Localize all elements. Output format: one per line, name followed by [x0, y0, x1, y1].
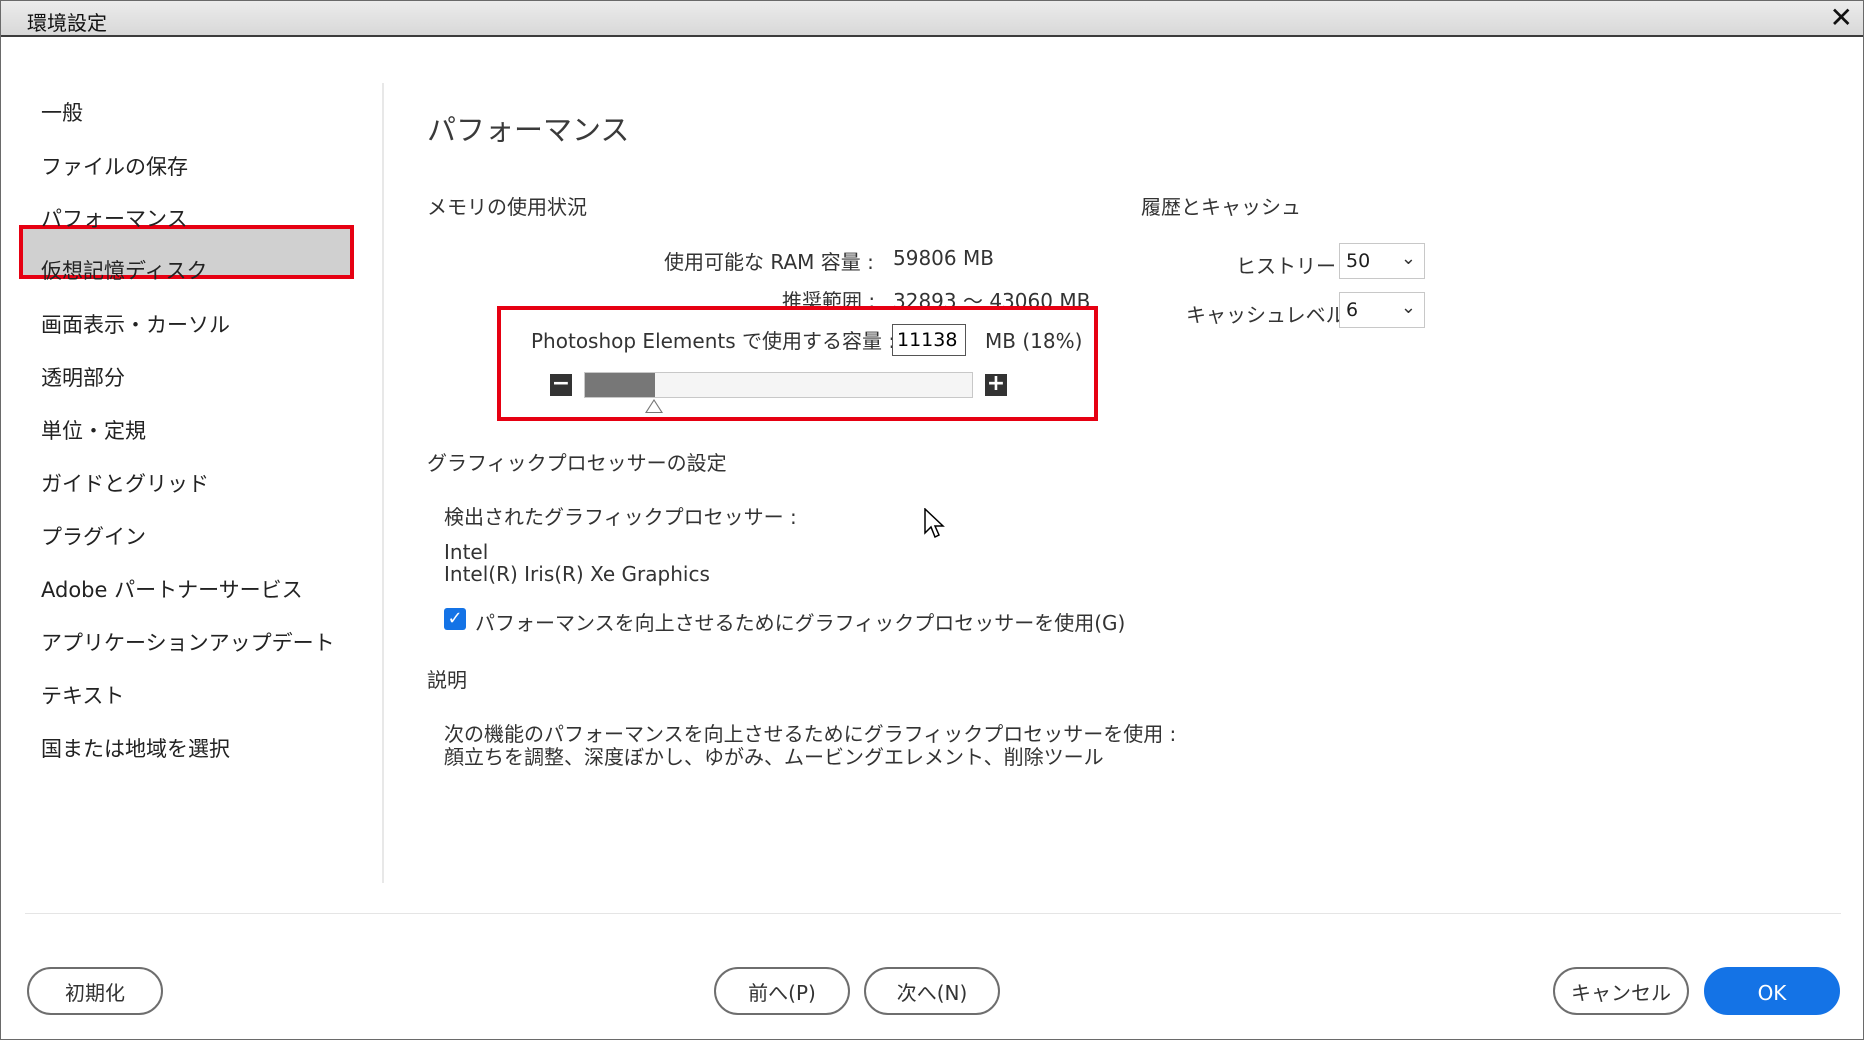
decrease-icon[interactable]: −	[550, 373, 572, 396]
increase-icon[interactable]: +	[985, 373, 1007, 396]
previous-button[interactable]: 前へ(P)	[714, 967, 850, 1015]
sidebar-item-adobe-partner-services[interactable]: Adobe パートナーサービス	[41, 574, 303, 604]
history-label: ヒストリー :	[1236, 254, 1350, 278]
description-section-title: 説明	[427, 668, 467, 692]
memory-slider-track[interactable]	[584, 372, 973, 398]
sidebar-item-guides-grid[interactable]: ガイドとグリッド	[41, 468, 209, 498]
sidebar-item-display-cursors[interactable]: 画面表示・カーソル	[41, 309, 230, 339]
memory-slider-fill	[585, 373, 655, 397]
memory-usage-highlight	[497, 306, 1098, 421]
preferences-dialog: 環境設定 ✕ 一般 ファイルの保存 パフォーマンス 仮想記憶ディスク 画面表示・…	[0, 0, 1864, 1040]
sidebar-item-units-rulers[interactable]: 単位・定規	[41, 415, 146, 445]
next-button[interactable]: 次へ(N)	[864, 967, 1000, 1015]
usage-label: Photoshop Elements で使用する容量 :	[531, 329, 896, 353]
sidebar-item-file-saving[interactable]: ファイルの保存	[41, 151, 188, 181]
gpu-model: Intel(R) Iris(R) Xe Graphics	[444, 562, 710, 586]
use-gpu-checkbox[interactable]: ✓	[444, 608, 466, 630]
window-title: 環境設定	[27, 11, 107, 35]
history-select[interactable]: 50 ⌄	[1339, 243, 1425, 279]
reset-button[interactable]: 初期化	[27, 967, 163, 1015]
title-bar: 環境設定 ✕	[1, 1, 1863, 37]
sidebar-item-type[interactable]: テキスト	[41, 680, 124, 710]
sidebar-item-country-region[interactable]: 国または地域を選択	[41, 733, 230, 763]
cache-level-select-value: 6	[1346, 299, 1359, 321]
use-gpu-label[interactable]: パフォーマンスを向上させるためにグラフィックプロセッサーを使用(G)	[475, 607, 1125, 636]
close-icon[interactable]: ✕	[1830, 1, 1853, 34]
chevron-down-icon: ⌄	[1400, 297, 1416, 318]
sidebar-divider	[382, 83, 384, 883]
available-ram-label: 使用可能な RAM 容量 :	[664, 250, 874, 274]
detected-gpu-label: 検出されたグラフィックプロセッサー :	[444, 505, 797, 529]
available-ram-value: 59806 MB	[893, 246, 994, 270]
sidebar: 一般 ファイルの保存 パフォーマンス 仮想記憶ディスク 画面表示・カーソル 透明…	[1, 37, 381, 877]
chevron-down-icon: ⌄	[1400, 248, 1416, 269]
memory-section-title: メモリの使用状況	[427, 195, 587, 219]
sidebar-item-plugins[interactable]: プラグイン	[41, 521, 146, 551]
cache-level-select[interactable]: 6 ⌄	[1339, 292, 1425, 328]
footer-divider	[25, 913, 1841, 914]
sidebar-item-performance[interactable]: パフォーマンス	[41, 203, 188, 233]
memory-slider-thumb[interactable]	[645, 399, 663, 413]
usage-unit: MB (18%)	[985, 329, 1083, 353]
sidebar-item-application-update[interactable]: アプリケーションアップデート	[41, 627, 335, 657]
cancel-button[interactable]: キャンセル	[1553, 967, 1689, 1015]
description-line-2: 顔立ちを調整、深度ぼかし、ゆがみ、ムービングエレメント、削除ツール	[444, 745, 1104, 769]
sidebar-item-scratch-disks[interactable]: 仮想記憶ディスク	[41, 255, 208, 285]
history-section-title: 履歴とキャッシュ	[1141, 195, 1301, 219]
history-select-value: 50	[1346, 250, 1371, 272]
gpu-section-title: グラフィックプロセッサーの設定	[427, 451, 727, 475]
sidebar-item-general[interactable]: 一般	[41, 97, 83, 127]
gpu-vendor: Intel	[444, 540, 489, 564]
ok-button[interactable]: OK	[1704, 967, 1840, 1015]
mouse-pointer-icon	[924, 508, 945, 539]
memory-usage-input[interactable]	[892, 324, 966, 356]
page-title: パフォーマンス	[427, 113, 630, 147]
cache-level-label: キャッシュレベル :	[1186, 303, 1359, 327]
sidebar-item-transparency[interactable]: 透明部分	[41, 362, 125, 392]
